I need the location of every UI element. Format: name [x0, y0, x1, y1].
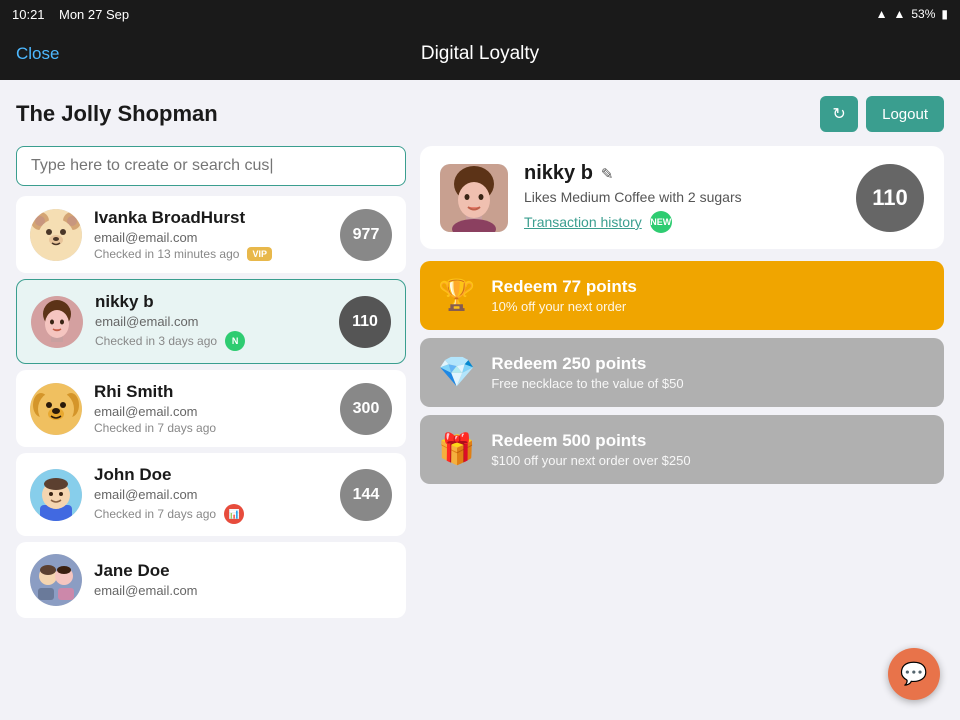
customer-email: email@email.com	[95, 314, 327, 329]
customer-list: Ivanka BroadHurst email@email.com Checke…	[16, 196, 406, 622]
points-circle: 977	[340, 209, 392, 261]
avatar	[30, 383, 82, 435]
top-buttons: ↻ Logout	[820, 96, 944, 132]
refresh-button[interactable]: ↻	[820, 96, 858, 132]
battery-icon: ▮	[941, 7, 948, 21]
reward-text: Redeem 250 points Free necklace to the v…	[491, 354, 683, 391]
avatar	[30, 469, 82, 521]
customer-checkin: Checked in 7 days ago	[94, 421, 328, 435]
customer-checkin: Checked in 3 days ago N	[95, 331, 327, 351]
avatar	[30, 209, 82, 261]
edit-icon[interactable]: ✎	[601, 165, 614, 183]
shop-name: The Jolly Shopman	[16, 101, 218, 127]
bear-avatar-svg	[30, 209, 82, 261]
customer-info: Rhi Smith email@email.com Checked in 7 d…	[94, 382, 328, 435]
man-avatar-svg	[30, 469, 82, 521]
customer-name: Jane Doe	[94, 561, 392, 581]
close-button[interactable]: Close	[16, 44, 59, 64]
new-badge: NEW	[650, 211, 672, 233]
header: Close Digital Loyalty	[0, 28, 960, 80]
status-bar: 10:21 Mon 27 Sep ▲ ▲ 53% ▮	[0, 0, 960, 28]
chart-badge: 📊	[224, 504, 244, 524]
customer-email: email@email.com	[94, 583, 392, 598]
reward-subtitle: $100 off your next order over $250	[491, 453, 690, 468]
chat-bubble-button[interactable]: 💬	[888, 648, 940, 700]
logout-button[interactable]: Logout	[866, 96, 944, 132]
reward-subtitle: Free necklace to the value of $50	[491, 376, 683, 391]
reward-title: Redeem 250 points	[491, 354, 683, 374]
reward-subtitle: 10% off your next order	[491, 299, 637, 314]
profile-name: nikky b	[524, 162, 593, 185]
left-panel: Ivanka BroadHurst email@email.com Checke…	[16, 146, 406, 704]
reward-title: Redeem 77 points	[491, 277, 637, 297]
reward-text: Redeem 500 points $100 off your next ord…	[491, 431, 690, 468]
main-content: The Jolly Shopman ↻ Logout	[0, 80, 960, 720]
profile-details: nikky b ✎ Likes Medium Coffee with 2 sug…	[524, 162, 840, 233]
customer-item[interactable]: Ivanka BroadHurst email@email.com Checke…	[16, 196, 406, 273]
profile-points: 110	[856, 164, 924, 232]
profile-card: nikky b ✎ Likes Medium Coffee with 2 sug…	[420, 146, 944, 249]
customer-name: Ivanka BroadHurst	[94, 208, 328, 228]
vip-badge: VIP	[247, 247, 272, 261]
reward-list: 🏆 Redeem 77 points 10% off your next ord…	[420, 261, 944, 484]
customer-email: email@email.com	[94, 487, 328, 502]
status-date: Mon 27 Sep	[59, 7, 129, 22]
customer-email: email@email.com	[94, 230, 328, 245]
reward-item[interactable]: 🏆 Redeem 77 points 10% off your next ord…	[420, 261, 944, 330]
search-input[interactable]	[16, 146, 406, 186]
customer-name: Rhi Smith	[94, 382, 328, 402]
profile-name-row: nikky b ✎	[524, 162, 840, 185]
signal-icon: ▲	[893, 7, 905, 21]
points-circle: 300	[340, 383, 392, 435]
dog-avatar-svg	[30, 383, 82, 435]
customer-info: nikky b email@email.com Checked in 3 day…	[95, 292, 327, 351]
diamond-icon: 💎	[438, 355, 475, 390]
right-panel: nikky b ✎ Likes Medium Coffee with 2 sug…	[420, 146, 944, 704]
customer-item[interactable]: nikky b email@email.com Checked in 3 day…	[16, 279, 406, 364]
status-indicators: ▲ ▲ 53% ▮	[876, 7, 948, 21]
gift-icon: 🎁	[438, 432, 475, 467]
new-badge: N	[225, 331, 245, 351]
customer-checkin: Checked in 7 days ago 📊	[94, 504, 328, 524]
customer-name: John Doe	[94, 465, 328, 485]
couple-avatar-svg	[30, 554, 82, 606]
woman-avatar-svg	[31, 296, 83, 348]
reward-item[interactable]: 💎 Redeem 250 points Free necklace to the…	[420, 338, 944, 407]
reward-text: Redeem 77 points 10% off your next order	[491, 277, 637, 314]
customer-item[interactable]: John Doe email@email.com Checked in 7 da…	[16, 453, 406, 536]
reward-title: Redeem 500 points	[491, 431, 690, 451]
top-bar: The Jolly Shopman ↻ Logout	[16, 96, 944, 132]
trophy-icon: 🏆	[438, 278, 475, 313]
customer-info: John Doe email@email.com Checked in 7 da…	[94, 465, 328, 524]
customer-item[interactable]: Rhi Smith email@email.com Checked in 7 d…	[16, 370, 406, 447]
profile-likes: Likes Medium Coffee with 2 sugars	[524, 189, 840, 205]
points-circle: 110	[339, 296, 391, 348]
content-area: Ivanka BroadHurst email@email.com Checke…	[16, 146, 944, 704]
customer-info: Jane Doe email@email.com	[94, 561, 392, 600]
status-time-date: 10:21 Mon 27 Sep	[12, 7, 129, 22]
customer-item[interactable]: Jane Doe email@email.com	[16, 542, 406, 618]
wifi-icon: ▲	[876, 7, 888, 21]
avatar	[30, 554, 82, 606]
customer-email: email@email.com	[94, 404, 328, 419]
avatar	[31, 296, 83, 348]
customer-name: nikky b	[95, 292, 327, 312]
points-circle: 144	[340, 469, 392, 521]
profile-avatar	[440, 164, 508, 232]
customer-checkin: Checked in 13 minutes ago VIP	[94, 247, 328, 261]
app-title: Digital Loyalty	[421, 43, 539, 65]
status-time: 10:21	[12, 7, 45, 22]
customer-info: Ivanka BroadHurst email@email.com Checke…	[94, 208, 328, 261]
profile-avatar-svg	[440, 164, 508, 232]
transaction-history-link[interactable]: Transaction history	[524, 214, 642, 230]
reward-item[interactable]: 🎁 Redeem 500 points $100 off your next o…	[420, 415, 944, 484]
battery-level: 53%	[911, 7, 935, 21]
chat-icon: 💬	[900, 661, 927, 687]
